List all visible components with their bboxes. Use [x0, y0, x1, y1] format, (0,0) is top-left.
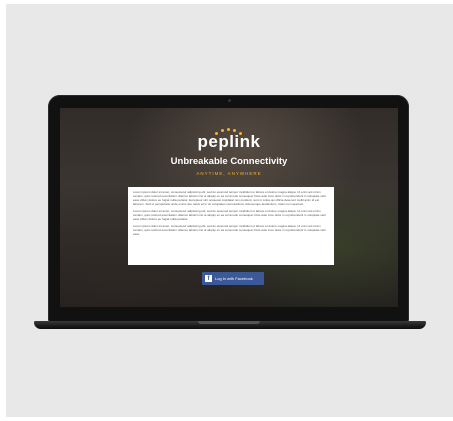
laptop-notch: [198, 321, 260, 324]
terms-panel: Lorem ipsum dolor sit amet, consectetur …: [128, 187, 334, 265]
terms-paragraph: Lorem ipsum dolor sit amet, consectetur …: [133, 190, 326, 206]
hero-subtitle: ANYTIME, ANYWHERE: [196, 171, 262, 176]
hero-title: Unbreakable Connectivity: [170, 156, 288, 167]
facebook-login-button[interactable]: f Log in with Facebook: [202, 272, 264, 285]
terms-paragraph: Lorem ipsum dolor sit amet, consectetur …: [133, 209, 326, 221]
facebook-login-label: Log in with Facebook: [215, 276, 253, 281]
webcam: [228, 99, 231, 102]
laptop-screen: peplink Unbreakable Connectivity ANYTIME…: [60, 108, 398, 307]
brand-logo: peplink: [197, 132, 261, 151]
terms-paragraph: Lorem ipsum dolor sit amet, consectetur …: [133, 224, 326, 236]
facebook-icon: f: [205, 275, 212, 282]
